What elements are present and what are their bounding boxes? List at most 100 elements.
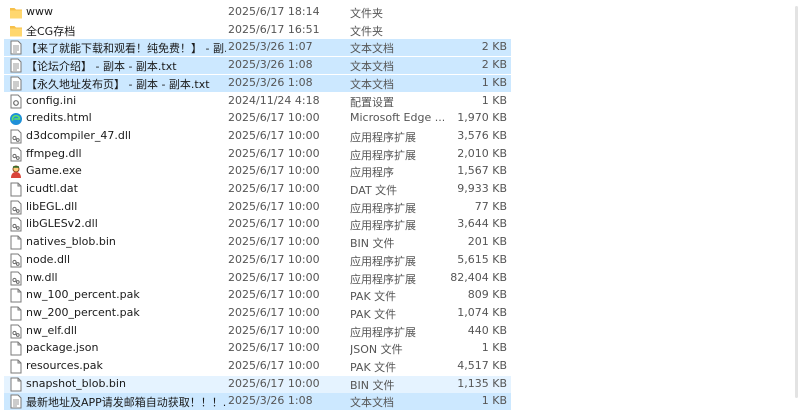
file-row[interactable]: resources.pak 2025/6/17 10:00 PAK 文件 4,517 … (4, 358, 511, 375)
file-name: credits.html (26, 111, 92, 125)
file-size: 1,567 KB (457, 164, 507, 178)
file-date-modified: 2025/6/17 10:00 (228, 252, 320, 266)
dll-file-icon (9, 129, 23, 144)
file-row[interactable]: www 2025/6/17 18:14 文件夹 (4, 4, 511, 21)
file-name: nw_200_percent.pak (26, 305, 140, 319)
file-type: 应用程序扩展 (350, 272, 416, 286)
text-file-icon (9, 76, 23, 91)
file-size: 2 KB (481, 40, 507, 54)
file-row[interactable]: nw_elf.dll 2025/6/17 10:00 应用程序扩展 440 KB (4, 323, 511, 340)
file-name: package.json (26, 341, 99, 355)
file-row[interactable]: nw_100_percent.pak 2025/6/17 10:00 PAK 文件 8… (4, 287, 511, 304)
file-size: 201 KB (467, 235, 507, 249)
file-name: 【永久地址发布页】 - 副本 - 副本.txt (26, 77, 210, 91)
file-name: snapshot_blob.bin (26, 376, 126, 390)
file-type: 文件夹 (350, 24, 383, 38)
dll-file-icon (9, 200, 23, 215)
file-name: 【来了就能下载和观看！纯免费！】 - 副... (26, 42, 226, 56)
file-size: 9,933 KB (457, 182, 507, 195)
file-size: 2 KB (481, 58, 507, 72)
file-row[interactable]: d3dcompiler_47.dll 2025/6/17 10:00 应用程序扩展 3… (4, 128, 511, 145)
text-file-icon (9, 40, 23, 55)
file-date-modified: 2025/6/17 10:00 (228, 182, 320, 195)
dll-file-icon (9, 271, 23, 286)
file-type: 应用程序扩展 (350, 325, 416, 339)
file-size: 3,576 KB (457, 128, 507, 142)
file-type: 文本文档 (350, 77, 394, 91)
file-name: ffmpeg.dll (26, 146, 82, 160)
dll-file-icon (9, 147, 23, 162)
file-icon (9, 306, 23, 321)
file-name: 最新地址及APP请发邮箱自动获取！！！... (26, 396, 226, 410)
file-date-modified: 2025/6/17 10:00 (228, 111, 320, 125)
file-row[interactable]: 【永久地址发布页】 - 副本 - 副本.txt 2025/3/26 1:08 文本文… (4, 74, 511, 92)
file-name: libEGL.dll (26, 199, 78, 213)
dll-file-icon (9, 324, 23, 339)
file-row[interactable]: libEGL.dll 2025/6/17 10:00 应用程序扩展 77 KB (4, 199, 511, 216)
file-row[interactable]: 全CG存档 2025/6/17 16:51 文件夹 (4, 22, 511, 39)
file-type: BIN 文件 (350, 237, 395, 251)
file-date-modified: 2025/6/17 16:51 (228, 22, 320, 36)
text-file-icon (9, 58, 23, 73)
file-list: www 2025/6/17 18:14 文件夹全CG存档 2025/6/17 16:5… (0, 0, 800, 411)
file-name: libGLESv2.dll (26, 217, 98, 231)
file-row[interactable]: credits.html 2025/6/17 10:00 Microsoft Edg… (4, 110, 511, 127)
file-type: PAK 文件 (350, 290, 397, 304)
file-type: DAT 文件 (350, 184, 398, 197)
file-name: natives_blob.bin (26, 235, 116, 249)
file-type: 文本文档 (350, 42, 394, 56)
file-type: 应用程序扩展 (350, 148, 416, 162)
file-icon (9, 235, 23, 250)
file-name: nw_100_percent.pak (26, 288, 140, 302)
file-icon (9, 288, 23, 303)
file-row[interactable]: 【论坛介绍】 - 副本 - 副本.txt 2025/3/26 1:08 文本文档 2 … (4, 57, 511, 75)
file-size: 1 KB (481, 75, 507, 89)
file-size: 82,404 KB (450, 270, 507, 284)
file-row[interactable]: Game.exe 2025/6/17 10:00 应用程序 1,567 KB (4, 163, 511, 180)
file-name: nw_elf.dll (26, 323, 77, 337)
file-row[interactable]: icudtl.dat 2025/6/17 10:00 DAT 文件 9,933 KB (4, 181, 511, 198)
file-row[interactable]: libGLESv2.dll 2025/6/17 10:00 应用程序扩展 3,644 … (4, 216, 511, 233)
file-type: 应用程序扩展 (350, 254, 416, 268)
text-file-icon (9, 394, 23, 409)
file-row[interactable]: natives_blob.bin 2025/6/17 10:00 BIN 文件 201… (4, 234, 511, 251)
file-row[interactable]: 最新地址及APP请发邮箱自动获取！！！... 2025/3/26 1:08 文本文档… (4, 393, 511, 411)
file-row[interactable]: nw_200_percent.pak 2025/6/17 10:00 PAK 文件 1… (4, 305, 511, 322)
file-row[interactable]: 【来了就能下载和观看！纯免费！】 - 副... 2025/3/26 1:07 文本文… (4, 39, 511, 57)
file-date-modified: 2024/11/24 4:18 (228, 93, 320, 107)
file-size: 1,074 KB (457, 305, 507, 319)
file-name: Game.exe (26, 164, 82, 178)
file-date-modified: 2025/3/26 1:07 (228, 40, 313, 54)
file-type: 文本文档 (350, 396, 394, 410)
file-type: 应用程序 (350, 166, 394, 180)
file-name: nw.dll (26, 270, 58, 284)
file-date-modified: 2025/6/17 10:00 (228, 376, 320, 390)
file-size: 809 KB (467, 288, 507, 302)
file-row[interactable]: ffmpeg.dll 2025/6/17 10:00 应用程序扩展 2,010 KB (4, 146, 511, 163)
file-date-modified: 2025/6/17 10:00 (228, 323, 320, 337)
file-date-modified: 2025/6/17 10:00 (228, 305, 320, 319)
file-size: 1 KB (481, 394, 507, 408)
file-row[interactable]: snapshot_blob.bin 2025/6/17 10:00 BIN 文件 1,… (4, 375, 511, 393)
file-row[interactable]: package.json 2025/6/17 10:00 JSON 文件 1 KB (4, 340, 511, 357)
file-date-modified: 2025/6/17 10:00 (228, 341, 320, 355)
file-type: JSON 文件 (350, 343, 403, 357)
file-type: PAK 文件 (350, 307, 397, 321)
file-name: 全CG存档 (26, 24, 76, 38)
file-type: 应用程序扩展 (350, 130, 416, 144)
file-size: 77 KB (474, 199, 507, 213)
file-size: 2,010 KB (457, 146, 507, 160)
file-icon (9, 377, 23, 392)
file-type: 应用程序扩展 (350, 201, 416, 215)
file-row[interactable]: config.ini 2024/11/24 4:18 配置设置 1 KB (4, 93, 511, 110)
file-name: resources.pak (26, 359, 103, 372)
file-row[interactable]: nw.dll 2025/6/17 10:00 应用程序扩展 82,404 KB (4, 270, 511, 287)
dll-file-icon (9, 217, 23, 232)
file-type: Microsoft Edge ... (350, 111, 444, 125)
file-date-modified: 2025/6/17 10:00 (228, 359, 320, 372)
file-date-modified: 2025/6/17 10:00 (228, 164, 320, 178)
file-date-modified: 2025/3/26 1:08 (228, 394, 313, 408)
file-date-modified: 2025/6/17 10:00 (228, 270, 320, 284)
vertical-scrollbar[interactable] (795, 6, 798, 398)
file-row[interactable]: node.dll 2025/6/17 10:00 应用程序扩展 5,615 KB (4, 252, 511, 269)
